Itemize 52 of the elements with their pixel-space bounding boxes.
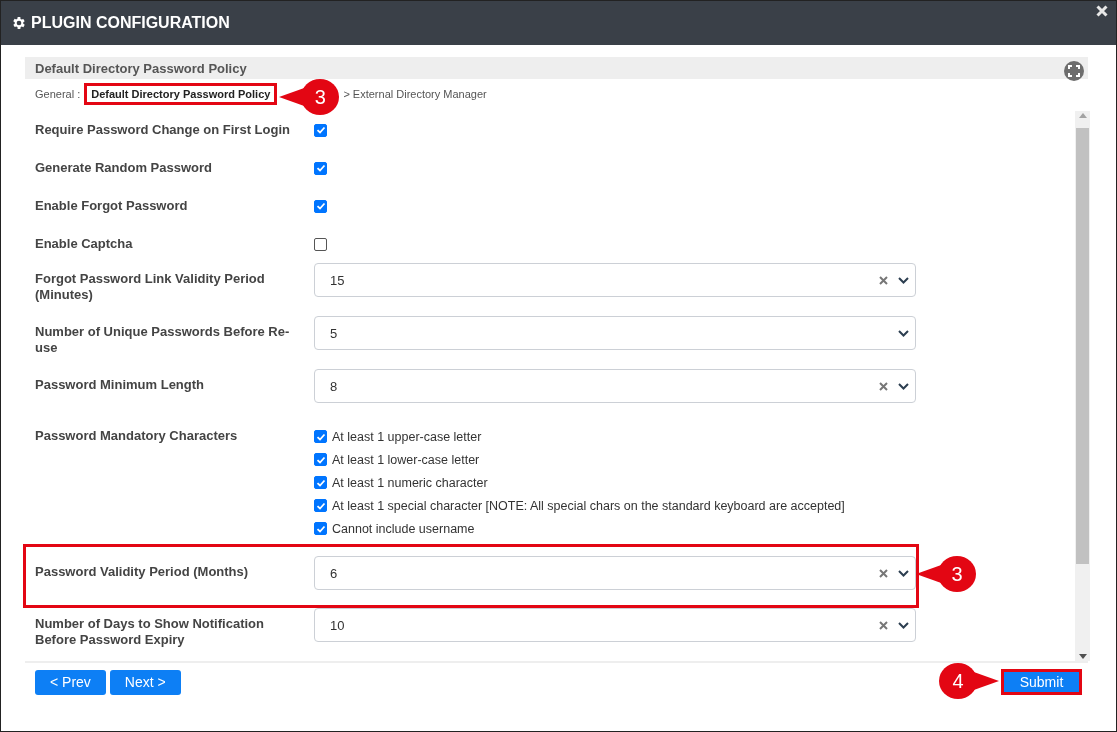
prev-button[interactable]: < Prev: [35, 669, 106, 695]
option-label: Cannot include username: [332, 521, 475, 536]
checkbox[interactable]: [314, 161, 327, 175]
option-label: At least 1 special character [NOTE: All special chars on the standard keyboard are accepted]: [332, 498, 845, 513]
submit-button[interactable]: Submit: [1001, 669, 1082, 695]
checkbox[interactable]: [314, 237, 327, 251]
field-label: Password Validity Period (Months): [35, 563, 250, 580]
panel-title: Default Directory Password Policy: [35, 60, 247, 76]
next-button[interactable]: Next >: [109, 669, 181, 695]
chevron-down-icon[interactable]: [898, 621, 909, 629]
option-label: At least 1 lower-case letter: [332, 452, 480, 467]
field-label: Require Password Change on First Login: [35, 122, 291, 138]
checkbox[interactable]: [314, 476, 327, 489]
gear-icon: [11, 15, 27, 31]
checkbox[interactable]: [314, 499, 327, 512]
window-title: PLUGIN CONFIGURATION: [31, 14, 230, 32]
checkbox[interactable]: [314, 199, 327, 213]
checkbox[interactable]: [314, 123, 327, 137]
checkbox[interactable]: [314, 430, 327, 443]
field-label: Password Minimum Length: [35, 376, 205, 393]
field-label: Number of Days to Show Notification Before Password Expiry: [35, 615, 265, 648]
select-field[interactable]: 5: [314, 316, 916, 350]
scroll-down-icon[interactable]: [1078, 654, 1087, 659]
select-field[interactable]: 15: [314, 263, 916, 297]
clear-icon[interactable]: [879, 381, 888, 391]
close-button[interactable]: [1094, 3, 1110, 19]
breadcrumb-link[interactable]: Default Directory Password Policy: [84, 83, 278, 105]
checkbox[interactable]: [314, 453, 327, 466]
field-label: Enable Captcha: [35, 236, 134, 252]
scrollbar[interactable]: [1075, 111, 1090, 661]
fullscreen-button[interactable]: [1064, 60, 1084, 81]
breadcrumb-link[interactable]: General :: [31, 86, 85, 102]
select-field[interactable]: 6: [314, 556, 916, 590]
chevron-down-icon[interactable]: [898, 382, 909, 390]
chevron-down-icon[interactable]: [898, 329, 909, 337]
field-label: Password Mandatory Characters: [35, 428, 239, 444]
breadcrumb-link[interactable]: > External Directory Manager: [339, 86, 491, 102]
chevron-down-icon[interactable]: [898, 569, 909, 577]
field-label: Forgot Password Link Validity Period (Minutes): [35, 270, 266, 303]
select-field[interactable]: 10: [314, 608, 916, 642]
clear-icon[interactable]: [879, 620, 888, 630]
option-label: At least 1 upper-case letter: [332, 429, 482, 444]
field-label: Enable Forgot Password: [35, 198, 189, 214]
scrollbar-thumb[interactable]: [1076, 128, 1089, 564]
field-label: Number of Unique Passwords Before Re-use: [35, 323, 291, 356]
clear-icon[interactable]: [879, 568, 888, 578]
clear-icon[interactable]: [879, 275, 888, 285]
field-label: Generate Random Password: [35, 160, 213, 176]
checkbox[interactable]: [314, 522, 327, 535]
select-field[interactable]: 8: [314, 369, 916, 403]
option-label: At least 1 numeric character: [332, 475, 488, 490]
chevron-down-icon[interactable]: [898, 276, 909, 284]
